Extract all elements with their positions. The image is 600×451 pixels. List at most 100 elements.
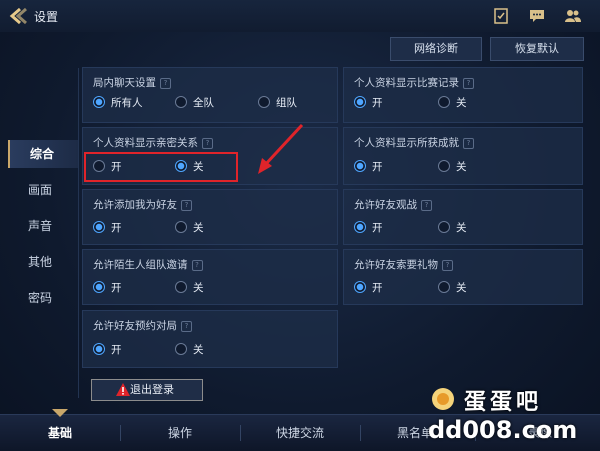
network-diagnose-button[interactable]: 网络诊断	[390, 37, 482, 61]
option-off[interactable]: 关	[438, 160, 467, 174]
back-arrow-icon[interactable]	[6, 6, 30, 26]
option-label: 关	[456, 222, 467, 234]
radio-icon[interactable]	[438, 221, 450, 233]
setting-title: 允许好友预约对局	[93, 320, 177, 332]
setting-card-spectate: 允许好友观战? 开 关	[343, 189, 583, 245]
help-icon[interactable]: ?	[191, 259, 203, 271]
radio-selected-icon[interactable]	[354, 281, 366, 293]
watermark-brand: 蛋蛋吧	[464, 390, 543, 415]
radio-icon[interactable]	[438, 160, 450, 172]
setting-card-add-friend: 允许添加我为好友? 开 关	[82, 189, 338, 245]
tab-separator	[240, 425, 241, 441]
tab-separator	[360, 425, 361, 441]
option-on[interactable]: 开	[93, 221, 122, 235]
option-label: 开	[111, 222, 122, 234]
radio-selected-icon[interactable]	[354, 160, 366, 172]
radio-icon[interactable]	[175, 281, 187, 293]
radio-icon[interactable]	[438, 96, 450, 108]
option-label: 全队	[193, 97, 214, 109]
warning-icon	[116, 383, 130, 396]
option-label: 关	[456, 161, 467, 173]
sidebar-item-password[interactable]: 密码	[8, 284, 78, 312]
radio-selected-icon[interactable]	[93, 96, 105, 108]
setting-card-friend-reserve: 允许好友预约对局? 开 关	[82, 310, 338, 368]
option-off[interactable]: 关	[175, 281, 204, 295]
option-off[interactable]: 关	[438, 281, 467, 295]
radio-icon[interactable]	[175, 221, 187, 233]
setting-card-match-record: 个人资料显示比赛记录? 开 关	[343, 67, 583, 123]
radio-selected-icon[interactable]	[354, 96, 366, 108]
setting-card-ingame-chat: 局内聊天设置? 所有人 全队 组队	[82, 67, 338, 123]
setting-card-gift-request: 允许好友索要礼物? 开 关	[343, 249, 583, 305]
restore-default-button[interactable]: 恢复默认	[490, 37, 584, 61]
option-off[interactable]: 关	[175, 343, 204, 357]
setting-card-achievements: 个人资料显示所获成就? 开 关	[343, 127, 583, 185]
option-off[interactable]: 关	[438, 221, 467, 235]
help-icon[interactable]: ?	[442, 259, 453, 271]
option-label: 开	[111, 282, 122, 294]
logout-label: 退出登录	[130, 383, 174, 396]
help-icon[interactable]: ?	[421, 199, 432, 211]
help-icon[interactable]: ?	[181, 199, 192, 211]
radio-selected-icon[interactable]	[93, 343, 105, 355]
option-on[interactable]: 开	[93, 281, 122, 295]
radio-icon[interactable]	[438, 281, 450, 293]
setting-title: 个人资料显示亲密关系	[93, 137, 198, 149]
sidebar-item-general[interactable]: 综合	[8, 140, 78, 168]
tab-quick-chat[interactable]: 快捷交流	[260, 415, 340, 451]
highlight-box	[84, 152, 238, 182]
option-on[interactable]: 开	[93, 343, 122, 357]
help-icon[interactable]: ?	[463, 137, 474, 149]
option-on[interactable]: 开	[354, 221, 383, 235]
option-label: 关	[193, 282, 204, 294]
setting-card-stranger-invite: 允许陌生人组队邀请? 开 关	[82, 249, 338, 305]
watermark-logo-icon	[432, 388, 454, 410]
checklist-icon[interactable]	[492, 7, 510, 25]
option-off[interactable]: 关	[438, 96, 467, 110]
option-team[interactable]: 全队	[175, 96, 214, 110]
option-label: 组队	[276, 97, 297, 109]
radio-selected-icon[interactable]	[93, 221, 105, 233]
help-icon[interactable]: ?	[181, 320, 192, 332]
sidebar-item-sound[interactable]: 声音	[8, 212, 78, 240]
option-off[interactable]: 关	[175, 221, 204, 235]
option-label: 关	[456, 282, 467, 294]
option-everyone[interactable]: 所有人	[93, 96, 143, 110]
logout-button[interactable]: 退出登录	[91, 379, 203, 401]
help-icon[interactable]: ?	[202, 137, 213, 149]
radio-selected-icon[interactable]	[354, 221, 366, 233]
option-label: 所有人	[111, 97, 143, 109]
help-icon[interactable]: ?	[463, 77, 474, 89]
nav-divider	[78, 68, 79, 398]
radio-selected-icon[interactable]	[93, 281, 105, 293]
tab-separator	[120, 425, 121, 441]
option-on[interactable]: 开	[354, 160, 383, 174]
page-title: 设置	[34, 10, 59, 24]
setting-title: 允许好友索要礼物	[354, 259, 438, 271]
option-on[interactable]: 开	[354, 96, 383, 110]
option-label: 开	[372, 282, 383, 294]
radio-icon[interactable]	[175, 96, 187, 108]
tab-basic[interactable]: 基础	[20, 415, 100, 451]
radio-icon[interactable]	[175, 343, 187, 355]
setting-title: 个人资料显示比赛记录	[354, 77, 459, 89]
chat-icon[interactable]	[528, 7, 546, 25]
top-bar: 设置	[0, 0, 600, 32]
setting-title: 允许好友观战	[354, 199, 417, 211]
help-icon[interactable]: ?	[160, 77, 171, 89]
option-on[interactable]: 开	[354, 281, 383, 295]
friends-icon[interactable]	[564, 7, 582, 25]
radio-icon[interactable]	[258, 96, 270, 108]
sidebar-item-graphics[interactable]: 画面	[8, 176, 78, 204]
annotation-arrow-icon	[258, 123, 304, 174]
option-label: 关	[193, 344, 204, 356]
tab-controls[interactable]: 操作	[140, 415, 220, 451]
option-label: 开	[372, 97, 383, 109]
setting-title: 允许陌生人组队邀请	[93, 259, 188, 271]
option-label: 开	[372, 161, 383, 173]
sidebar-item-other[interactable]: 其他	[8, 248, 78, 276]
setting-title: 允许添加我为好友	[93, 199, 177, 211]
option-party[interactable]: 组队	[258, 96, 297, 110]
option-label: 关	[193, 222, 204, 234]
option-label: 开	[372, 222, 383, 234]
